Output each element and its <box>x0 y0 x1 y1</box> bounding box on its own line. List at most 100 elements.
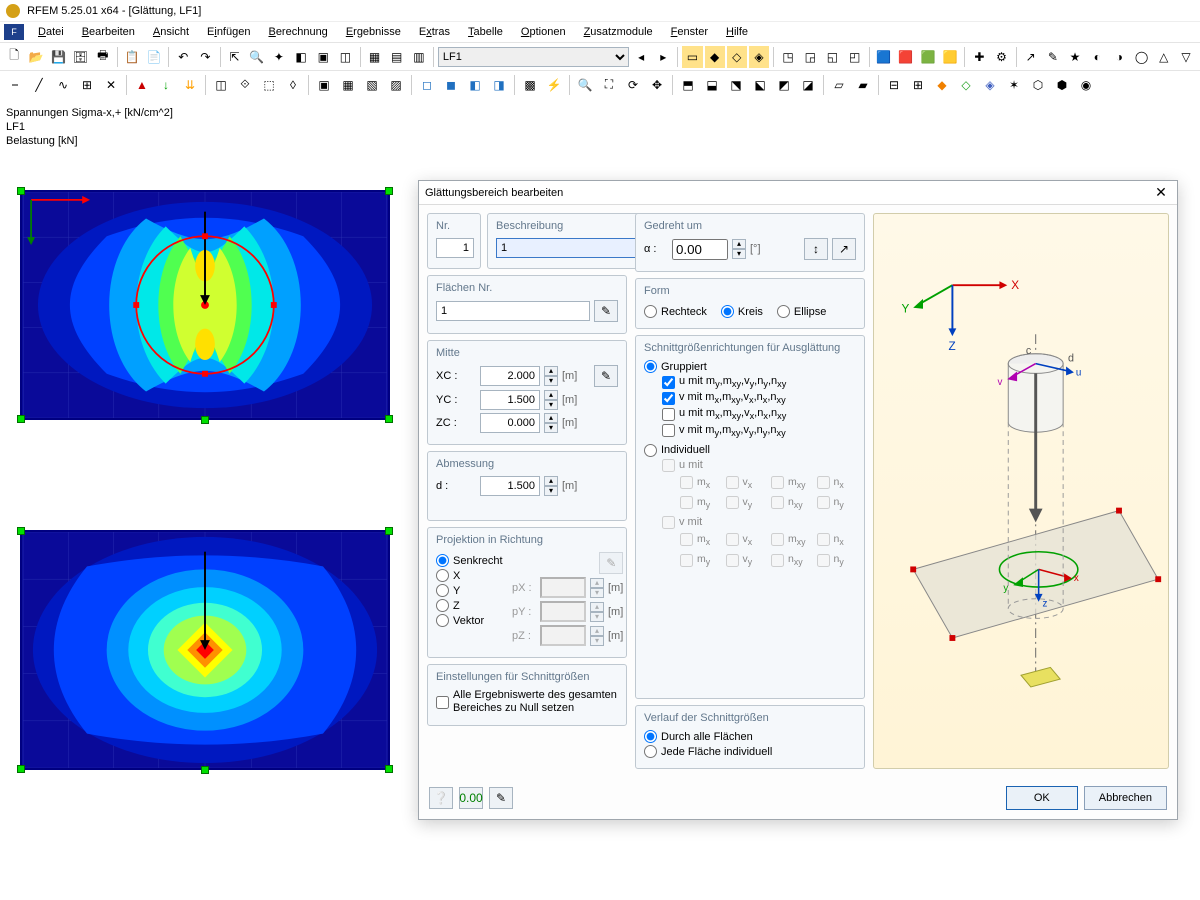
misc2-icon[interactable]: ◉ <box>1075 74 1097 96</box>
radio-gruppiert[interactable]: Gruppiert <box>644 360 856 373</box>
help-icon[interactable]: ❔ <box>429 787 453 809</box>
misc-icon[interactable]: ✚ <box>969 46 989 68</box>
draw-icon[interactable]: ✕ <box>100 74 122 96</box>
pick-surface-icon[interactable]: ✎ <box>594 300 618 322</box>
input-yc[interactable] <box>480 390 540 410</box>
misc2-icon[interactable]: ⊟ <box>883 74 905 96</box>
solid-icon[interactable]: ▧ <box>361 74 383 96</box>
copy-icon[interactable]: 📋 <box>122 46 142 68</box>
rotate-tool-icon[interactable]: ↕ <box>804 238 828 260</box>
input-d[interactable] <box>480 476 540 496</box>
view-icon[interactable]: ⬕ <box>749 74 771 96</box>
menu-zusatzmodule[interactable]: Zusatzmodule <box>576 24 661 40</box>
render-icon[interactable]: ▱ <box>828 74 850 96</box>
tool-icon[interactable]: ◫ <box>335 46 355 68</box>
prev-icon[interactable]: ◂ <box>631 46 651 68</box>
draw-icon[interactable]: ╱ <box>28 74 50 96</box>
misc-icon[interactable]: ◐ <box>1087 46 1107 68</box>
spinner-alpha[interactable]: ▴▾ <box>732 239 746 259</box>
mesh-icon[interactable]: ▩ <box>519 74 541 96</box>
redo-icon[interactable]: ↷ <box>195 46 215 68</box>
next-icon[interactable]: ▸ <box>653 46 673 68</box>
misc-icon[interactable]: ★ <box>1065 46 1085 68</box>
misc-icon[interactable]: ▽ <box>1176 46 1196 68</box>
display-icon[interactable]: ◲ <box>800 46 820 68</box>
misc2-icon[interactable]: ◈ <box>979 74 1001 96</box>
misc-icon[interactable]: ✎ <box>1043 46 1063 68</box>
menu-fenster[interactable]: Fenster <box>663 24 716 40</box>
check-zero[interactable]: Alle Ergebniswerte des gesamten Bereiche… <box>436 689 618 715</box>
elem-icon[interactable]: ◊ <box>282 74 304 96</box>
solid-icon[interactable]: ▣ <box>313 74 335 96</box>
load-icon[interactable]: ↓ <box>155 74 177 96</box>
box-icon[interactable]: ◨ <box>488 74 510 96</box>
draw-icon[interactable]: ∿ <box>52 74 74 96</box>
loadcase-combo[interactable]: LF1 <box>438 47 629 67</box>
misc2-icon[interactable]: ✶ <box>1003 74 1025 96</box>
view-icon[interactable]: ⬔ <box>725 74 747 96</box>
calc-icon[interactable]: ⚡ <box>543 74 565 96</box>
radio-kreis[interactable]: Kreis <box>721 305 763 318</box>
spinner-d[interactable]: ▴▾ <box>544 476 558 496</box>
check-grp-1[interactable]: u mit my,mxy,vy,ny,nxy <box>662 375 856 389</box>
misc2-icon[interactable]: ⊞ <box>907 74 929 96</box>
check-grp-3[interactable]: u mit mx,mxy,vx,nx,nxy <box>662 407 856 421</box>
view-icon[interactable]: ⬒ <box>677 74 699 96</box>
view-icon[interactable]: ◩ <box>773 74 795 96</box>
misc-icon[interactable]: ◯ <box>1132 46 1152 68</box>
result-icon[interactable]: ◇ <box>727 46 747 68</box>
cancel-button[interactable]: Abbrechen <box>1084 786 1167 810</box>
select-icon[interactable]: ⇱ <box>224 46 244 68</box>
menu-datei[interactable]: Datei <box>30 24 72 40</box>
misc-icon[interactable]: ◑ <box>1109 46 1129 68</box>
radio-rechteck[interactable]: Rechteck <box>644 305 707 318</box>
units-icon[interactable]: 0.00 <box>459 787 483 809</box>
box-icon[interactable]: ◼ <box>440 74 462 96</box>
check-grp-2[interactable]: v mit mx,mxy,vx,nx,nxy <box>662 391 856 405</box>
find-icon[interactable]: 🔍 <box>247 46 267 68</box>
edit-icon[interactable]: ✎ <box>489 787 513 809</box>
input-nr[interactable] <box>436 238 474 258</box>
zoom-fit-icon[interactable]: ⛶ <box>598 74 620 96</box>
undo-icon[interactable]: ↶ <box>173 46 193 68</box>
box-icon[interactable]: ◻ <box>416 74 438 96</box>
elem-icon[interactable]: ◫ <box>210 74 232 96</box>
rotate-tool2-icon[interactable]: ↗ <box>832 238 856 260</box>
zoom-icon[interactable]: 🔍 <box>574 74 596 96</box>
input-xc[interactable] <box>480 366 540 386</box>
print-icon[interactable]: 🖶 <box>93 46 113 68</box>
menu-berechnung[interactable]: Berechnung <box>260 24 335 40</box>
solid-icon[interactable]: ▦ <box>337 74 359 96</box>
pick-point-icon[interactable]: ✎ <box>594 365 618 387</box>
result-icon[interactable]: ◈ <box>749 46 769 68</box>
input-beschreibung[interactable] <box>496 238 648 258</box>
misc2-icon[interactable]: ◆ <box>931 74 953 96</box>
table-icon[interactable]: ▥ <box>409 46 429 68</box>
radio-x[interactable]: X <box>436 569 506 582</box>
check-grp-4[interactable]: v mit my,mxy,vy,ny,nxy <box>662 424 856 438</box>
misc-icon[interactable]: ↗ <box>1021 46 1041 68</box>
table-icon[interactable]: ▤ <box>387 46 407 68</box>
view-icon[interactable]: ⬓ <box>701 74 723 96</box>
tool-icon[interactable]: ◧ <box>291 46 311 68</box>
menu-bearbeiten[interactable]: Bearbeiten <box>74 24 143 40</box>
spinner-yc[interactable]: ▴▾ <box>544 390 558 410</box>
menu-tabelle[interactable]: Tabelle <box>460 24 511 40</box>
elem-icon[interactable]: ⬚ <box>258 74 280 96</box>
view-icon[interactable]: ◪ <box>797 74 819 96</box>
result-icon[interactable]: ▭ <box>682 46 702 68</box>
save-icon[interactable]: 💾 <box>48 46 68 68</box>
input-flaechen[interactable] <box>436 301 590 321</box>
menu-einfuegen[interactable]: Einfügen <box>199 24 258 40</box>
misc-icon[interactable]: △ <box>1154 46 1174 68</box>
tool-icon[interactable]: ▣ <box>313 46 333 68</box>
input-alpha[interactable] <box>672 239 728 260</box>
menu-ansicht[interactable]: Ansicht <box>145 24 197 40</box>
input-zc[interactable] <box>480 413 540 433</box>
ok-button[interactable]: OK <box>1006 786 1078 810</box>
display-icon[interactable]: ◱ <box>822 46 842 68</box>
result-icon[interactable]: ◆ <box>705 46 725 68</box>
contour-plot-bottom[interactable] <box>20 530 390 770</box>
radio-senkrecht[interactable]: Senkrecht <box>436 554 506 567</box>
save-all-icon[interactable]: 🗄 <box>71 46 91 68</box>
